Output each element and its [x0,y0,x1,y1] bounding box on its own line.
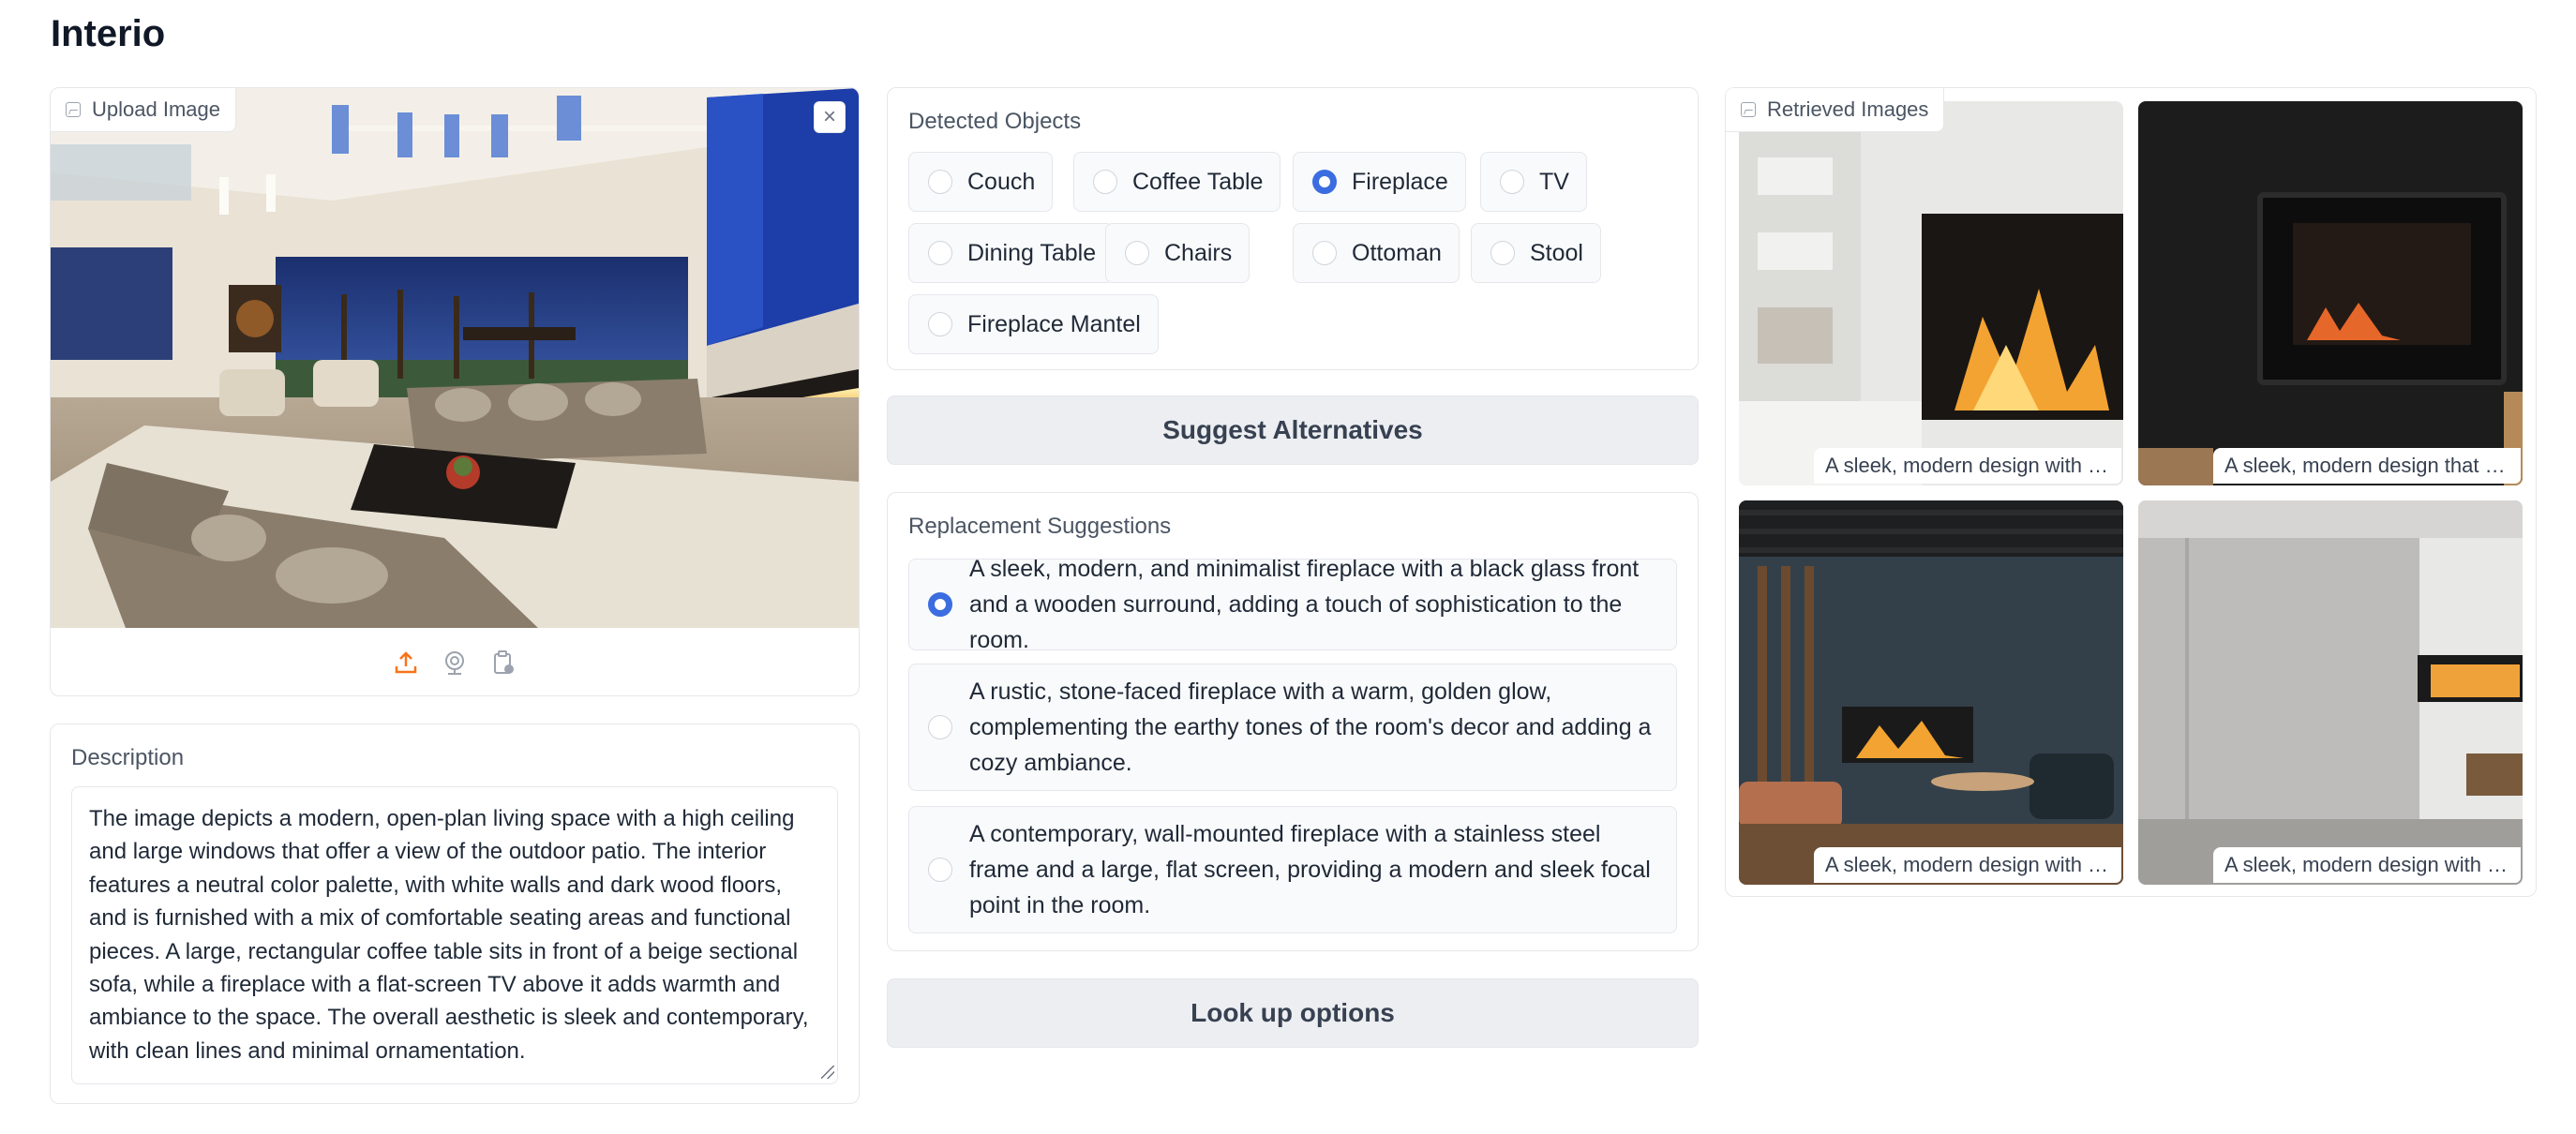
option-dining-table[interactable]: Dining Table [908,223,1115,283]
option-label: TV [1539,168,1569,195]
replacement-suggestions-panel: Replacement Suggestions A sleek, modern,… [887,492,1699,951]
close-image-button[interactable]: × [814,101,846,133]
option-label: Dining Table [967,239,1097,266]
option-tv[interactable]: TV [1480,152,1587,212]
radio-icon [928,858,952,882]
retrieved-image-caption: A sleek, modern design that se… [2213,448,2521,484]
retrieved-image-caption: A sleek, modern design with a … [1814,847,2121,883]
description-label: Description [71,745,185,770]
option-label: Couch [967,168,1036,195]
radio-icon [1125,241,1149,265]
retrieved-image-caption: A sleek, modern design with a … [1814,448,2121,484]
option-label: Coffee Table [1132,168,1264,195]
suggestion-option-1[interactable]: A sleek, modern, and minimalist fireplac… [908,556,1677,653]
radio-selected-icon [1312,170,1337,194]
radio-icon [1312,241,1337,265]
retrieved-image-4[interactable]: A sleek, modern design with a … [2138,500,2523,885]
option-couch[interactable]: Couch [908,152,1054,212]
retrieved-images-label: Retrieved Images [1726,88,1945,132]
option-fireplace-mantel[interactable]: Fireplace Mantel [908,294,1159,354]
retrieved-image-3[interactable]: A sleek, modern design with a … [1739,500,2123,885]
description-textarea[interactable]: The image depicts a modern, open-plan li… [71,786,838,1084]
retrieved-images-label-text: Retrieved Images [1767,97,1929,121]
uploaded-room-image [51,88,859,628]
image-icon [66,102,81,117]
look-up-options-button[interactable]: Look up options [887,978,1699,1048]
radio-icon [928,170,952,194]
option-fireplace[interactable]: Fireplace [1293,152,1466,212]
image-icon [1741,102,1756,117]
option-label: Ottoman [1352,239,1442,266]
radio-icon [1490,241,1515,265]
retrieved-images-panel: Retrieved Images A sleek, modern design … [1725,87,2537,897]
suggestion-text: A rustic, stone-faced fireplace with a w… [969,679,1652,776]
radio-icon [928,715,952,739]
resize-handle[interactable] [821,1066,834,1079]
clipboard-icon[interactable] [489,649,517,677]
upload-toolbar [51,630,859,695]
suggestion-text: A sleek, modern, and minimalist fireplac… [969,556,1640,653]
option-label: Chairs [1164,239,1233,266]
retrieved-image-1[interactable]: A sleek, modern design with a … [1739,101,2123,485]
radio-icon [928,241,952,265]
option-coffee-table[interactable]: Coffee Table [1073,152,1281,212]
option-stool[interactable]: Stool [1471,223,1601,283]
webcam-icon[interactable] [441,649,469,677]
suggestion-text: A contemporary, wall-mounted fireplace w… [969,821,1651,918]
detected-objects-panel: Detected Objects Couch Coffee Table Fire… [887,87,1699,370]
retrieved-image-caption: A sleek, modern design with a … [2213,847,2521,883]
option-ottoman[interactable]: Ottoman [1293,223,1460,283]
app-title: Interio [51,13,166,54]
option-label: Fireplace [1352,168,1448,195]
option-label: Fireplace Mantel [967,310,1141,337]
replacement-suggestions-label: Replacement Suggestions [908,514,1172,539]
option-chairs[interactable]: Chairs [1105,223,1251,283]
suggest-alternatives-button[interactable]: Suggest Alternatives [887,395,1699,465]
option-label: Stool [1530,239,1583,266]
radio-selected-icon [928,592,952,617]
suggestion-option-2[interactable]: A rustic, stone-faced fireplace with a w… [908,664,1677,791]
upload-icon[interactable] [392,649,420,677]
radio-icon [928,312,952,336]
retrieved-image-2[interactable]: A sleek, modern design that se… [2138,101,2523,485]
detected-objects-label: Detected Objects [908,109,1082,134]
radio-icon [1500,170,1524,194]
upload-image-label-text: Upload Image [92,97,220,121]
suggestion-option-3[interactable]: A contemporary, wall-mounted fireplace w… [908,806,1677,933]
description-panel: Description The image depicts a modern, … [50,724,860,1104]
upload-image-label: Upload Image [51,88,236,132]
upload-image-panel[interactable]: Upload Image × [50,87,860,696]
radio-icon [1093,170,1117,194]
